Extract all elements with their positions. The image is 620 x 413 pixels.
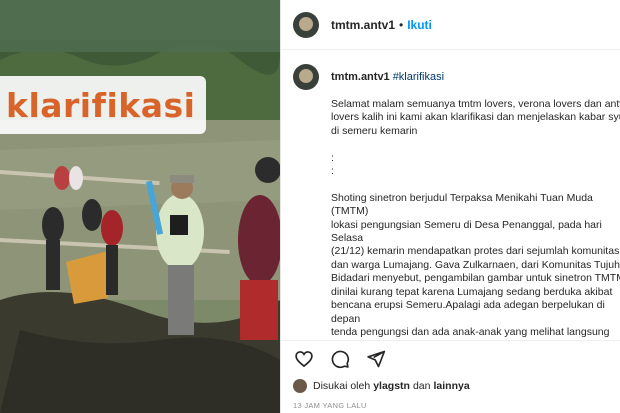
follow-button[interactable]: Ikuti (407, 18, 432, 32)
caption-username[interactable]: tmtm.antv1 (331, 71, 390, 83)
header-separator: • (399, 17, 404, 32)
post-media[interactable]: klarifikasi (0, 0, 280, 413)
avatar[interactable] (293, 11, 319, 38)
likes-summary: Disukai oleh ylagstn dan lainnya (293, 379, 473, 393)
post-details: tmtm.antv1 • Ikuti tmtm.antv1 #klarifika… (280, 0, 620, 413)
heart-icon[interactable] (293, 348, 315, 370)
overlay-banner: klarifikasi (0, 76, 206, 134)
likes-conjunction: dan (412, 380, 431, 392)
media-top-strip (0, 0, 280, 52)
riverbank-scene-image (0, 0, 280, 413)
likes-others-link[interactable]: lainnya (434, 380, 470, 392)
post-timestamp[interactable]: 13 JAM YANG LALU (293, 401, 367, 410)
caption-comment: tmtm.antv1 #klarifikasi Selamat malam se… (281, 50, 620, 337)
header-username[interactable]: tmtm.antv1 (331, 18, 395, 32)
likes-prefix: Disukai oleh (313, 380, 371, 392)
comment-icon[interactable] (329, 348, 351, 370)
caption-hashtag[interactable]: #klarifikasi (393, 71, 444, 83)
liker-avatar[interactable] (293, 379, 307, 393)
send-icon[interactable] (365, 348, 387, 370)
overlay-title: klarifikasi (6, 85, 196, 125)
post-header: tmtm.antv1 • Ikuti (281, 0, 620, 50)
caption-head: tmtm.antv1 #klarifikasi (293, 64, 609, 90)
instagram-post: klarifikasi tmtm.antv1 • Ikuti tmtm.antv… (0, 0, 620, 413)
caption-avatar[interactable] (293, 64, 319, 90)
caption-body: Selamat malam semuanya tmtm lovers, vero… (331, 98, 620, 337)
action-bar (281, 340, 620, 376)
liker-username[interactable]: ylagstn (373, 380, 410, 392)
